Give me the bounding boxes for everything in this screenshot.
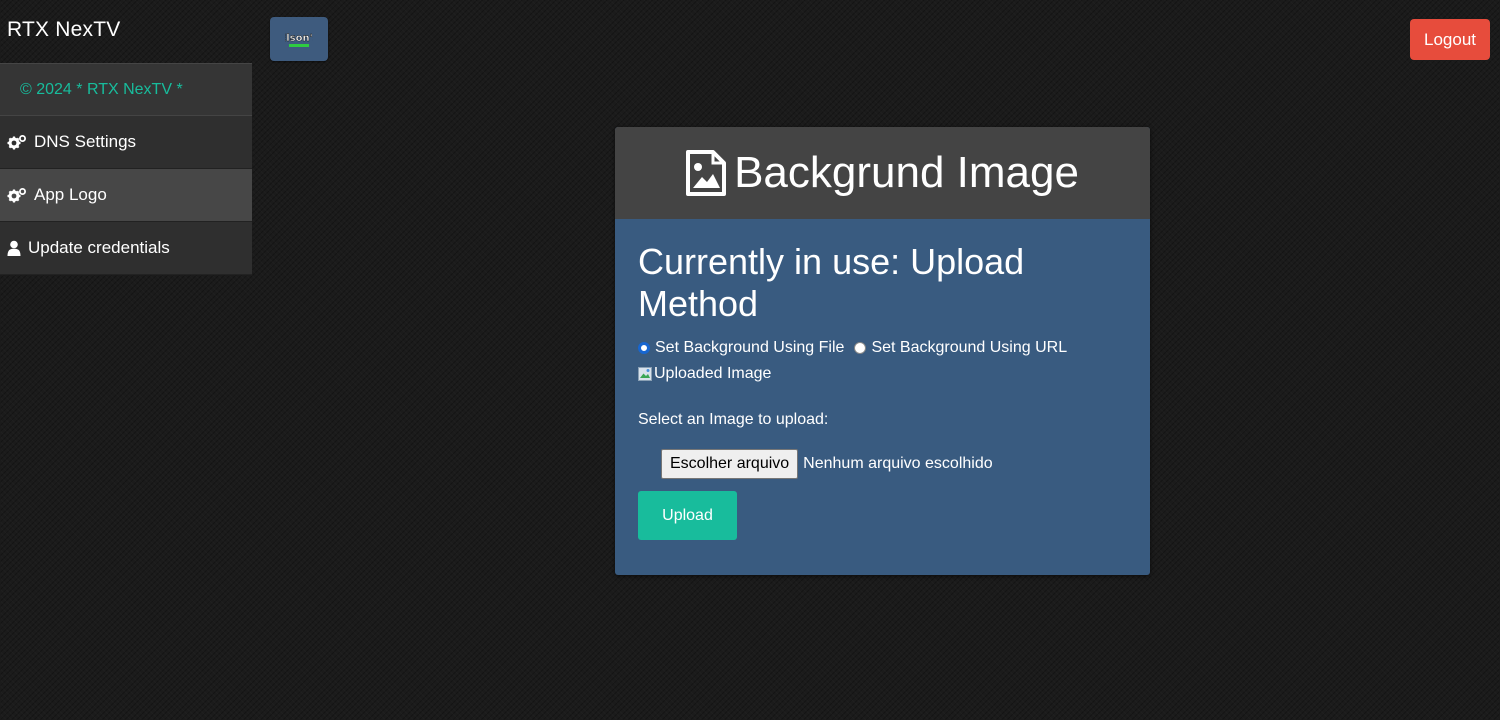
sidebar-item-app-logo[interactable]: App Logo bbox=[0, 169, 252, 222]
background-source-radios: Set Background Using File Set Background… bbox=[638, 339, 1127, 357]
card-title: Backgrund Image bbox=[734, 148, 1079, 197]
sidebar: © 2024 * RTX NexTV * DNS Settings App Lo bbox=[0, 63, 252, 275]
upload-button[interactable]: Upload bbox=[638, 491, 737, 540]
sidebar-item-label: Update credentials bbox=[28, 238, 170, 257]
background-image-card: Backgrund Image Currently in use: Upload… bbox=[615, 127, 1150, 575]
sidebar-item-update-credentials[interactable]: Update credentials bbox=[0, 222, 252, 275]
app-logo-button[interactable]: Elson's bbox=[270, 17, 328, 61]
brand-title: RTX NexTV bbox=[7, 18, 121, 41]
radio-url-input[interactable] bbox=[854, 342, 867, 354]
current-method-heading: Currently in use: Upload Method bbox=[638, 241, 1025, 324]
gears-icon bbox=[7, 187, 27, 203]
card-header: Backgrund Image bbox=[615, 127, 1150, 219]
choose-file-button[interactable]: Escolher arquivo bbox=[661, 449, 799, 479]
sidebar-item-label: DNS Settings bbox=[34, 132, 137, 151]
radio-url-label: Set Background Using URL bbox=[871, 339, 1068, 356]
radio-set-using-file[interactable]: Set Background Using File bbox=[638, 339, 844, 357]
radio-set-using-url[interactable]: Set Background Using URL bbox=[854, 339, 1067, 357]
gears-icon bbox=[7, 134, 27, 150]
sidebar-item-dns-settings[interactable]: DNS Settings bbox=[0, 116, 252, 169]
radio-file-label: Set Background Using File bbox=[655, 339, 845, 356]
file-input[interactable]: Escolher arquivo Nenhum arquivo escolhid… bbox=[661, 449, 1127, 479]
image-icon bbox=[686, 150, 727, 196]
broken-image-icon bbox=[638, 366, 652, 382]
logout-button[interactable]: Logout bbox=[1410, 19, 1490, 60]
svg-text:Elson's: Elson's bbox=[285, 33, 313, 44]
uploaded-image: Uploaded Image bbox=[638, 365, 1127, 383]
elsons-logo-icon: Elson's bbox=[285, 26, 313, 52]
sidebar-copyright: © 2024 * RTX NexTV * bbox=[0, 63, 252, 116]
file-status-text: Nenhum arquivo escolhido bbox=[803, 455, 993, 472]
radio-file-input[interactable] bbox=[638, 342, 650, 354]
sidebar-item-label: App Logo bbox=[34, 185, 107, 204]
select-image-label: Select an Image to upload: bbox=[638, 411, 829, 428]
card-body: Currently in use: Upload Method Set Back… bbox=[615, 219, 1150, 562]
user-icon bbox=[7, 240, 21, 256]
uploaded-image-alt: Uploaded Image bbox=[654, 365, 772, 382]
